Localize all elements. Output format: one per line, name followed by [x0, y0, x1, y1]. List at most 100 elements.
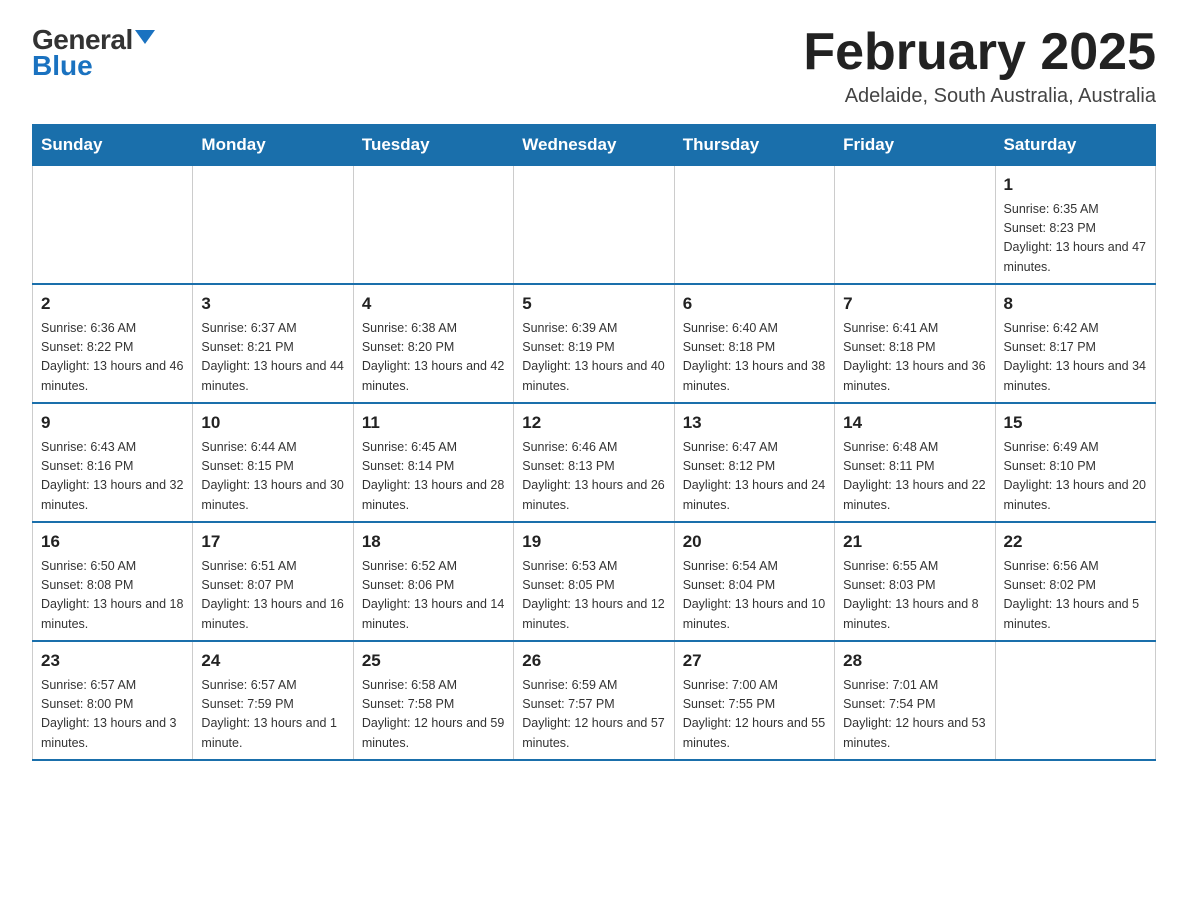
- logo-blue-text: Blue: [32, 50, 93, 82]
- cell-week3-day4: 20Sunrise: 6:54 AM Sunset: 8:04 PM Dayli…: [674, 522, 834, 641]
- week-row-2: 9Sunrise: 6:43 AM Sunset: 8:16 PM Daylig…: [33, 403, 1156, 522]
- cell-week0-day4: [674, 166, 834, 285]
- cell-week3-day0: 16Sunrise: 6:50 AM Sunset: 8:08 PM Dayli…: [33, 522, 193, 641]
- cell-week0-day0: [33, 166, 193, 285]
- header-saturday: Saturday: [995, 125, 1155, 166]
- day-info-21: Sunrise: 6:55 AM Sunset: 8:03 PM Dayligh…: [843, 557, 986, 635]
- day-number-5: 5: [522, 291, 665, 317]
- day-info-7: Sunrise: 6:41 AM Sunset: 8:18 PM Dayligh…: [843, 319, 986, 397]
- header-friday: Friday: [835, 125, 995, 166]
- day-info-5: Sunrise: 6:39 AM Sunset: 8:19 PM Dayligh…: [522, 319, 665, 397]
- cell-week2-day2: 11Sunrise: 6:45 AM Sunset: 8:14 PM Dayli…: [353, 403, 513, 522]
- cell-week0-day5: [835, 166, 995, 285]
- cell-week1-day0: 2Sunrise: 6:36 AM Sunset: 8:22 PM Daylig…: [33, 284, 193, 403]
- week-row-3: 16Sunrise: 6:50 AM Sunset: 8:08 PM Dayli…: [33, 522, 1156, 641]
- week-row-0: 1Sunrise: 6:35 AM Sunset: 8:23 PM Daylig…: [33, 166, 1156, 285]
- day-info-9: Sunrise: 6:43 AM Sunset: 8:16 PM Dayligh…: [41, 438, 184, 516]
- title-block: February 2025 Adelaide, South Australia,…: [803, 24, 1156, 108]
- day-info-8: Sunrise: 6:42 AM Sunset: 8:17 PM Dayligh…: [1004, 319, 1147, 397]
- cell-week1-day4: 6Sunrise: 6:40 AM Sunset: 8:18 PM Daylig…: [674, 284, 834, 403]
- day-number-8: 8: [1004, 291, 1147, 317]
- day-number-23: 23: [41, 648, 184, 674]
- logo-triangle-icon: [135, 30, 155, 44]
- day-number-16: 16: [41, 529, 184, 555]
- day-number-1: 1: [1004, 172, 1147, 198]
- cell-week4-day2: 25Sunrise: 6:58 AM Sunset: 7:58 PM Dayli…: [353, 641, 513, 760]
- cell-week1-day5: 7Sunrise: 6:41 AM Sunset: 8:18 PM Daylig…: [835, 284, 995, 403]
- header-monday: Monday: [193, 125, 353, 166]
- cell-week0-day1: [193, 166, 353, 285]
- day-info-16: Sunrise: 6:50 AM Sunset: 8:08 PM Dayligh…: [41, 557, 184, 635]
- day-info-24: Sunrise: 6:57 AM Sunset: 7:59 PM Dayligh…: [201, 676, 344, 754]
- day-number-22: 22: [1004, 529, 1147, 555]
- header-tuesday: Tuesday: [353, 125, 513, 166]
- day-number-25: 25: [362, 648, 505, 674]
- cell-week4-day6: [995, 641, 1155, 760]
- day-info-12: Sunrise: 6:46 AM Sunset: 8:13 PM Dayligh…: [522, 438, 665, 516]
- day-info-4: Sunrise: 6:38 AM Sunset: 8:20 PM Dayligh…: [362, 319, 505, 397]
- day-info-13: Sunrise: 6:47 AM Sunset: 8:12 PM Dayligh…: [683, 438, 826, 516]
- day-info-14: Sunrise: 6:48 AM Sunset: 8:11 PM Dayligh…: [843, 438, 986, 516]
- cell-week4-day1: 24Sunrise: 6:57 AM Sunset: 7:59 PM Dayli…: [193, 641, 353, 760]
- day-number-27: 27: [683, 648, 826, 674]
- cell-week2-day3: 12Sunrise: 6:46 AM Sunset: 8:13 PM Dayli…: [514, 403, 674, 522]
- day-info-18: Sunrise: 6:52 AM Sunset: 8:06 PM Dayligh…: [362, 557, 505, 635]
- day-number-19: 19: [522, 529, 665, 555]
- day-info-23: Sunrise: 6:57 AM Sunset: 8:00 PM Dayligh…: [41, 676, 184, 754]
- day-info-26: Sunrise: 6:59 AM Sunset: 7:57 PM Dayligh…: [522, 676, 665, 754]
- cell-week0-day6: 1Sunrise: 6:35 AM Sunset: 8:23 PM Daylig…: [995, 166, 1155, 285]
- day-number-24: 24: [201, 648, 344, 674]
- header-sunday: Sunday: [33, 125, 193, 166]
- calendar-table: Sunday Monday Tuesday Wednesday Thursday…: [32, 124, 1156, 761]
- cell-week3-day5: 21Sunrise: 6:55 AM Sunset: 8:03 PM Dayli…: [835, 522, 995, 641]
- day-info-3: Sunrise: 6:37 AM Sunset: 8:21 PM Dayligh…: [201, 319, 344, 397]
- cell-week1-day6: 8Sunrise: 6:42 AM Sunset: 8:17 PM Daylig…: [995, 284, 1155, 403]
- calendar-body: 1Sunrise: 6:35 AM Sunset: 8:23 PM Daylig…: [33, 166, 1156, 761]
- cell-week2-day4: 13Sunrise: 6:47 AM Sunset: 8:12 PM Dayli…: [674, 403, 834, 522]
- day-info-11: Sunrise: 6:45 AM Sunset: 8:14 PM Dayligh…: [362, 438, 505, 516]
- cell-week4-day5: 28Sunrise: 7:01 AM Sunset: 7:54 PM Dayli…: [835, 641, 995, 760]
- calendar-subtitle: Adelaide, South Australia, Australia: [803, 85, 1156, 108]
- day-info-17: Sunrise: 6:51 AM Sunset: 8:07 PM Dayligh…: [201, 557, 344, 635]
- cell-week4-day3: 26Sunrise: 6:59 AM Sunset: 7:57 PM Dayli…: [514, 641, 674, 760]
- day-number-6: 6: [683, 291, 826, 317]
- day-number-21: 21: [843, 529, 986, 555]
- day-number-11: 11: [362, 410, 505, 436]
- week-row-4: 23Sunrise: 6:57 AM Sunset: 8:00 PM Dayli…: [33, 641, 1156, 760]
- cell-week1-day1: 3Sunrise: 6:37 AM Sunset: 8:21 PM Daylig…: [193, 284, 353, 403]
- cell-week3-day3: 19Sunrise: 6:53 AM Sunset: 8:05 PM Dayli…: [514, 522, 674, 641]
- day-number-10: 10: [201, 410, 344, 436]
- calendar-title: February 2025: [803, 24, 1156, 81]
- cell-week3-day6: 22Sunrise: 6:56 AM Sunset: 8:02 PM Dayli…: [995, 522, 1155, 641]
- day-info-25: Sunrise: 6:58 AM Sunset: 7:58 PM Dayligh…: [362, 676, 505, 754]
- cell-week2-day5: 14Sunrise: 6:48 AM Sunset: 8:11 PM Dayli…: [835, 403, 995, 522]
- cell-week3-day2: 18Sunrise: 6:52 AM Sunset: 8:06 PM Dayli…: [353, 522, 513, 641]
- header-thursday: Thursday: [674, 125, 834, 166]
- day-number-14: 14: [843, 410, 986, 436]
- day-info-10: Sunrise: 6:44 AM Sunset: 8:15 PM Dayligh…: [201, 438, 344, 516]
- cell-week4-day0: 23Sunrise: 6:57 AM Sunset: 8:00 PM Dayli…: [33, 641, 193, 760]
- day-info-1: Sunrise: 6:35 AM Sunset: 8:23 PM Dayligh…: [1004, 200, 1147, 278]
- logo: General Blue: [32, 24, 155, 82]
- day-info-20: Sunrise: 6:54 AM Sunset: 8:04 PM Dayligh…: [683, 557, 826, 635]
- cell-week2-day0: 9Sunrise: 6:43 AM Sunset: 8:16 PM Daylig…: [33, 403, 193, 522]
- day-number-13: 13: [683, 410, 826, 436]
- day-info-22: Sunrise: 6:56 AM Sunset: 8:02 PM Dayligh…: [1004, 557, 1147, 635]
- cell-week2-day6: 15Sunrise: 6:49 AM Sunset: 8:10 PM Dayli…: [995, 403, 1155, 522]
- week-row-1: 2Sunrise: 6:36 AM Sunset: 8:22 PM Daylig…: [33, 284, 1156, 403]
- page-header: General Blue February 2025 Adelaide, Sou…: [32, 24, 1156, 108]
- day-number-28: 28: [843, 648, 986, 674]
- cell-week0-day2: [353, 166, 513, 285]
- day-number-2: 2: [41, 291, 184, 317]
- day-number-20: 20: [683, 529, 826, 555]
- day-info-15: Sunrise: 6:49 AM Sunset: 8:10 PM Dayligh…: [1004, 438, 1147, 516]
- day-number-7: 7: [843, 291, 986, 317]
- day-number-12: 12: [522, 410, 665, 436]
- header-wednesday: Wednesday: [514, 125, 674, 166]
- day-info-27: Sunrise: 7:00 AM Sunset: 7:55 PM Dayligh…: [683, 676, 826, 754]
- day-info-2: Sunrise: 6:36 AM Sunset: 8:22 PM Dayligh…: [41, 319, 184, 397]
- day-number-15: 15: [1004, 410, 1147, 436]
- day-number-17: 17: [201, 529, 344, 555]
- header-row: Sunday Monday Tuesday Wednesday Thursday…: [33, 125, 1156, 166]
- day-number-26: 26: [522, 648, 665, 674]
